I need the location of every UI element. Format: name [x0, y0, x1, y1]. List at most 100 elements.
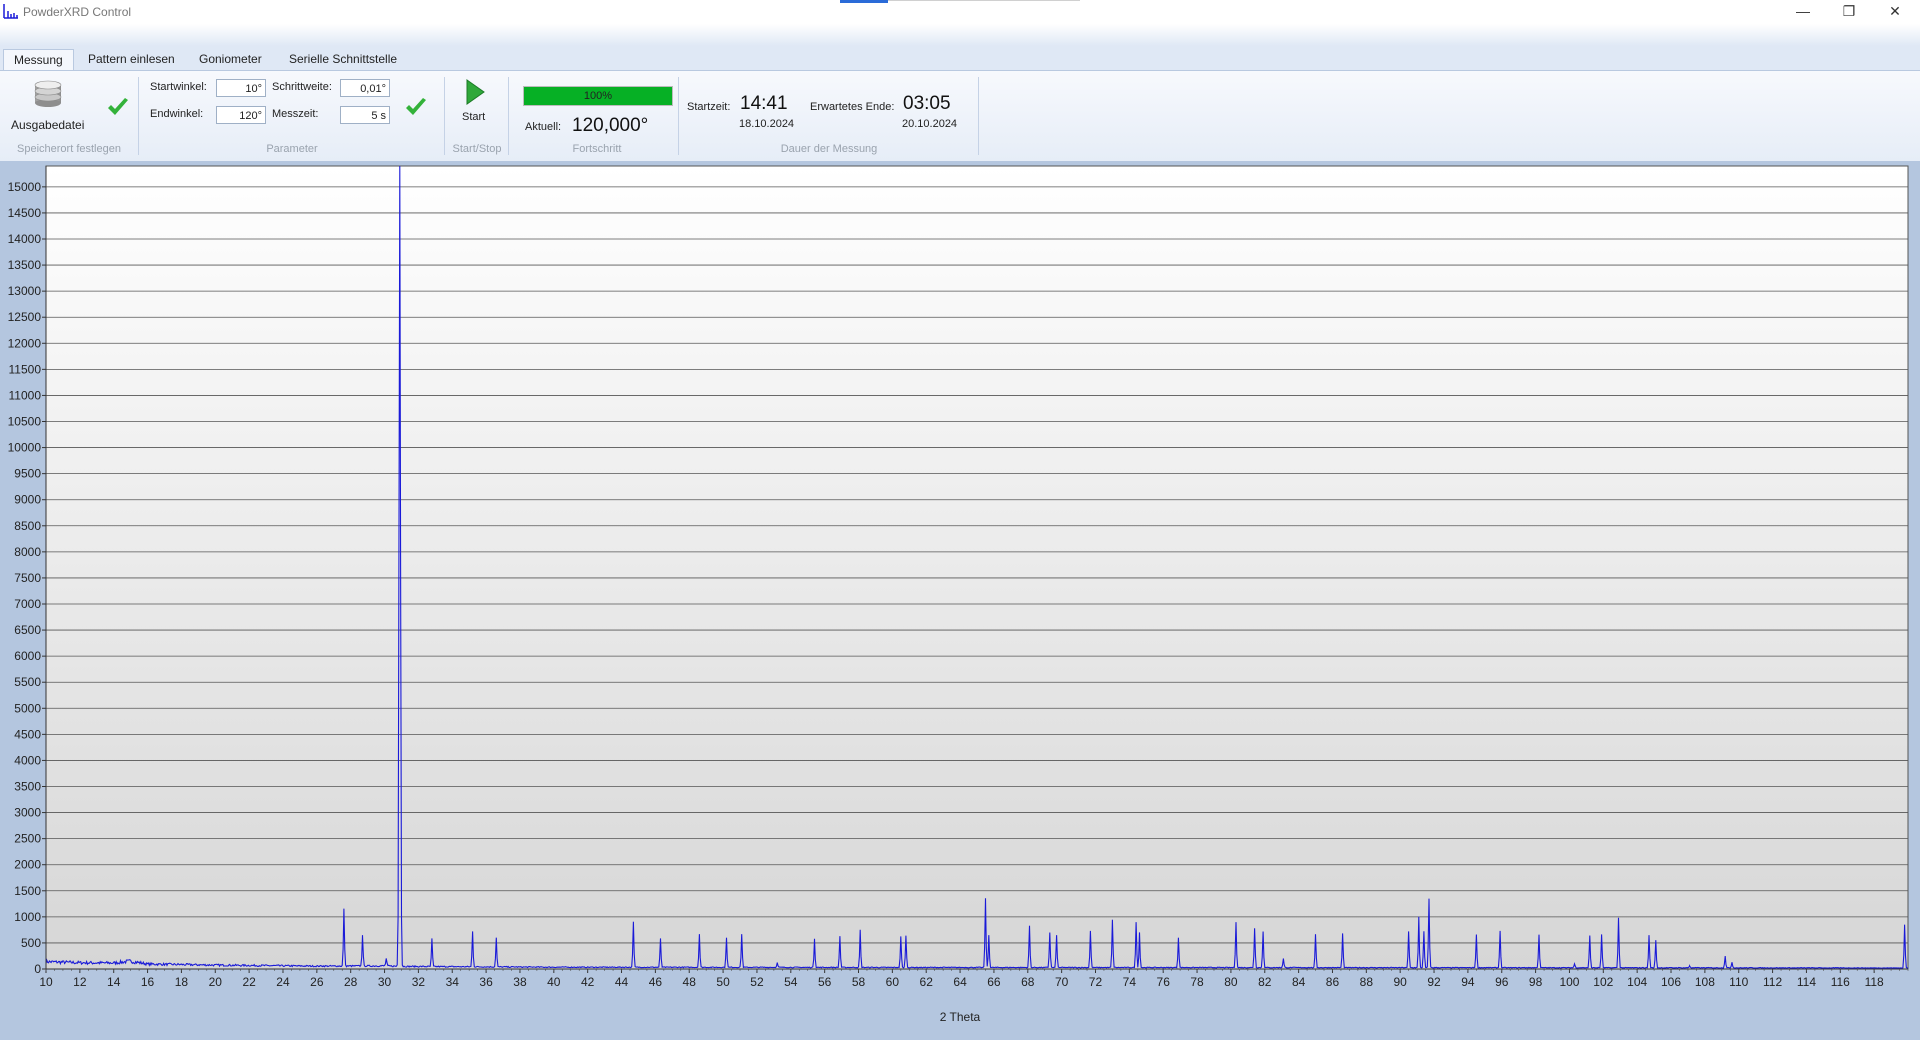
tab-strip: Messung Pattern einlesen Goniometer Seri…	[0, 46, 1920, 70]
x-tick-label: 34	[446, 975, 460, 989]
x-tick-label: 84	[1292, 975, 1306, 989]
x-tick-label: 58	[852, 975, 866, 989]
endwinkel-label: Endwinkel:	[150, 108, 204, 120]
x-tick-label: 94	[1461, 975, 1475, 989]
play-icon	[466, 79, 485, 105]
x-tick-label: 38	[513, 975, 527, 989]
y-tick-label: 13500	[8, 258, 42, 272]
y-tick-label: 3500	[14, 780, 41, 794]
y-tick-label: 5500	[14, 675, 41, 689]
x-tick-label: 110	[1729, 975, 1748, 989]
y-tick-label: 12000	[8, 336, 42, 350]
y-tick-label: 9000	[14, 493, 41, 507]
title-rule	[888, 0, 1080, 1]
group-separator	[978, 77, 979, 155]
end-time-value: 03:05	[903, 93, 951, 114]
plot-background	[45, 165, 1909, 970]
tab-messung[interactable]: Messung	[3, 49, 74, 70]
x-tick-label: 48	[683, 975, 697, 989]
x-tick-label: 100	[1559, 975, 1579, 989]
y-tick-label: 6000	[14, 649, 41, 663]
y-tick-label: 15000	[8, 180, 42, 194]
current-angle-value: 120,000°	[572, 115, 649, 136]
x-tick-label: 106	[1661, 975, 1681, 989]
x-tick-label: 62	[920, 975, 934, 989]
x-tick-label: 86	[1326, 975, 1340, 989]
x-tick-label: 102	[1593, 975, 1613, 989]
x-tick-label: 112	[1763, 975, 1782, 989]
x-tick-label: 18	[175, 975, 189, 989]
x-tick-label: 20	[209, 975, 223, 989]
tab-goniometer[interactable]: Goniometer	[189, 49, 272, 70]
group-separator	[678, 77, 679, 155]
endwinkel-input[interactable]: 120°	[216, 106, 266, 124]
x-tick-label: 54	[784, 975, 798, 989]
x-tick-label: 60	[886, 975, 900, 989]
tab-pattern-einlesen[interactable]: Pattern einlesen	[78, 49, 185, 70]
x-tick-label: 92	[1427, 975, 1441, 989]
output-file-button[interactable]: Ausgabedatei	[4, 77, 90, 133]
start-label: Start	[462, 111, 486, 123]
x-tick-label: 10	[39, 975, 53, 989]
progress-bar: 100%	[523, 86, 673, 106]
group-label-startstop: Start/Stop	[452, 143, 502, 155]
end-time-label: Erwartetes Ende:	[810, 101, 895, 113]
x-tick-label: 16	[141, 975, 155, 989]
y-tick-label: 8000	[14, 545, 41, 559]
group-label-speicherort: Speicherort festlegen	[17, 143, 121, 155]
group-label-fortschritt: Fortschritt	[572, 143, 622, 155]
restore-icon[interactable]: ❐	[1826, 0, 1872, 24]
x-tick-label: 36	[479, 975, 493, 989]
output-file-label: Ausgabedatei	[11, 118, 85, 132]
x-tick-label: 12	[73, 975, 87, 989]
progress-percent: 100%	[583, 90, 613, 102]
schrittweite-label: Schrittweite:	[272, 81, 332, 93]
x-tick-label: 68	[1021, 975, 1035, 989]
y-tick-label: 8500	[14, 519, 41, 533]
x-tick-label: 98	[1529, 975, 1543, 989]
x-tick-label: 74	[1123, 975, 1137, 989]
x-tick-label: 42	[581, 975, 595, 989]
start-time-value: 14:41	[740, 93, 788, 114]
x-tick-label: 76	[1157, 975, 1171, 989]
x-tick-label: 104	[1627, 975, 1647, 989]
group-label-dauer: Dauer der Messung	[780, 143, 878, 155]
group-label-parameter: Parameter	[266, 143, 318, 155]
y-tick-label: 14500	[8, 206, 42, 220]
chart-icon	[3, 4, 18, 19]
y-tick-label: 4000	[14, 753, 41, 767]
start-time-label: Startzeit:	[687, 101, 731, 113]
close-icon[interactable]: ✕	[1872, 0, 1918, 24]
y-tick-label: 5000	[14, 701, 41, 715]
y-tick-label: 11000	[9, 388, 42, 402]
x-tick-label: 80	[1224, 975, 1238, 989]
y-tick-label: 10000	[8, 441, 42, 455]
x-tick-label: 40	[547, 975, 561, 989]
x-tick-label: 32	[412, 975, 426, 989]
messzeit-input[interactable]: 5 s	[340, 106, 390, 124]
x-tick-label: 26	[310, 975, 324, 989]
schrittweite-input[interactable]: 0,01°	[340, 79, 390, 97]
x-tick-label: 72	[1089, 975, 1103, 989]
check-icon	[406, 98, 426, 115]
x-tick-label: 64	[953, 975, 967, 989]
x-tick-label: 66	[987, 975, 1001, 989]
start-button[interactable]: Start	[452, 77, 498, 133]
x-axis-title: 2 Theta	[939, 1010, 981, 1024]
x-tick-label: 22	[242, 975, 256, 989]
y-tick-label: 3000	[14, 806, 41, 820]
y-tick-label: 9500	[14, 467, 41, 481]
startwinkel-input[interactable]: 10°	[216, 79, 266, 97]
start-date-value: 18.10.2024	[739, 118, 795, 130]
tab-serielle-schnittstelle[interactable]: Serielle Schnittstelle	[279, 49, 407, 70]
minimize-icon[interactable]: —	[1780, 0, 1826, 24]
title-accent	[840, 0, 888, 3]
title-fade	[0, 24, 1920, 46]
chart-area: 0 500 1000 1500 2000 2500 3000 3500 4000 4500 5000…	[0, 161, 1920, 1037]
group-separator	[444, 77, 445, 155]
x-tick-label: 118	[1865, 975, 1884, 989]
y-tick-label: 500	[21, 936, 41, 950]
x-tick-label: 96	[1495, 975, 1509, 989]
x-tick-label: 78	[1190, 975, 1204, 989]
x-tick-label: 108	[1695, 975, 1715, 989]
